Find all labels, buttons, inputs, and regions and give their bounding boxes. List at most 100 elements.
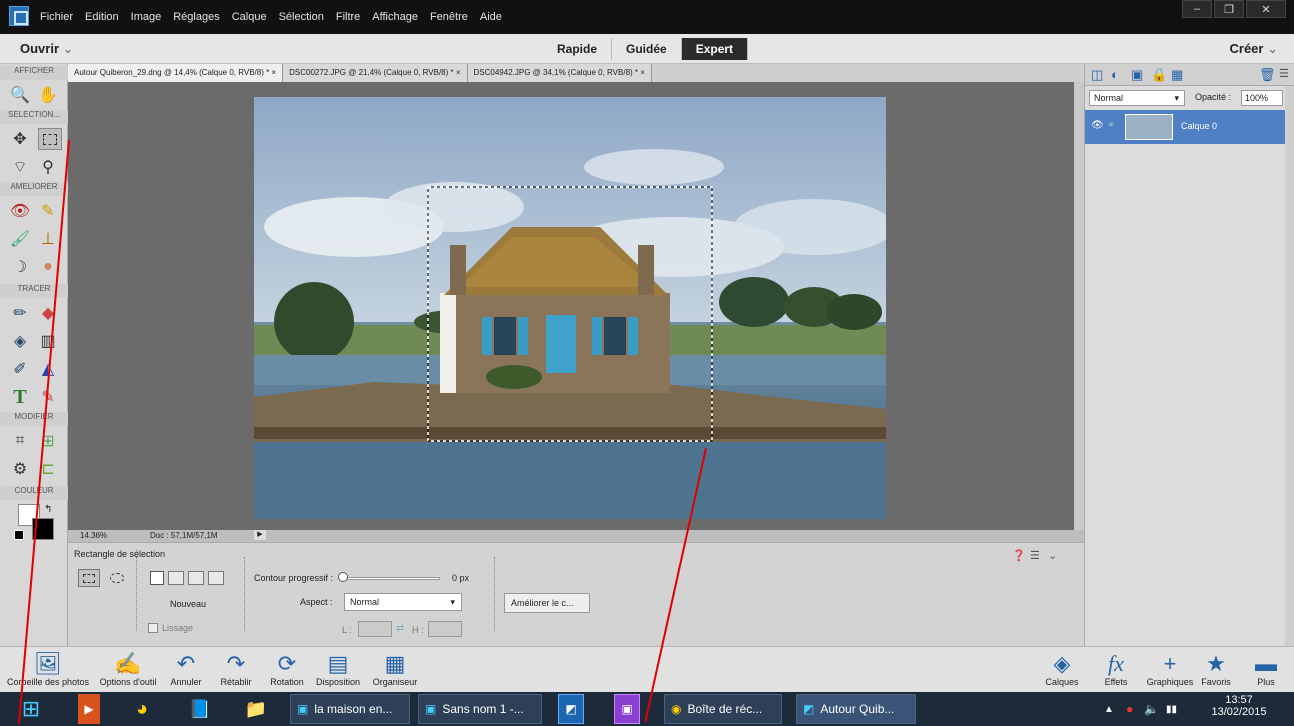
tab-rapide[interactable]: Rapide (543, 38, 613, 60)
menu-edition[interactable]: Edition (85, 11, 119, 23)
crop-tool-icon[interactable]: ⌗ (8, 430, 32, 452)
lasso-tool-icon[interactable]: ⌔ (8, 156, 32, 178)
feather-slider-handle[interactable] (338, 572, 348, 582)
menu-fenetre[interactable]: Fenêtre (430, 11, 468, 23)
tool-options-button[interactable]: ✍ Options d'outil (94, 651, 162, 687)
help-icon[interactable]: ❓ (1012, 549, 1026, 562)
red-eye-tool-icon[interactable]: 👁 (8, 200, 32, 222)
text-tool-icon[interactable]: T (8, 386, 32, 408)
menu-aide[interactable]: Aide (480, 11, 502, 23)
layout-button[interactable]: ▤ Disposition (310, 651, 366, 687)
minimize-button[interactable]: – (1182, 0, 1212, 18)
new-layer-icon[interactable]: ◫ (1091, 67, 1103, 83)
book-app-icon[interactable]: 📘 (186, 694, 214, 724)
smart-brush-tool-icon[interactable]: 🖌 (8, 228, 32, 250)
collapse-chevron-icon[interactable]: ⌄ (1048, 549, 1057, 562)
document-image[interactable] (254, 97, 886, 519)
rectangle-marquee-tool-icon[interactable] (38, 128, 62, 150)
blur-tool-icon[interactable]: ☽ (8, 256, 32, 278)
taskbar-window-chrome[interactable]: ◉ Boîte de réc... (664, 694, 782, 724)
subtract-selection-icon[interactable] (188, 571, 204, 585)
tab-expert[interactable]: Expert (681, 38, 749, 60)
swap-colors-icon[interactable]: ↰ (44, 504, 52, 515)
effects-button[interactable]: fx Effets (1094, 651, 1138, 687)
menu-affichage[interactable]: Affichage (372, 11, 418, 23)
graphics-button[interactable]: + Graphiques (1140, 651, 1200, 687)
menu-reglages[interactable]: Réglages (173, 11, 219, 23)
opacity-field[interactable]: 100% (1241, 90, 1283, 106)
gradient-tool-icon[interactable]: ▥ (36, 330, 60, 352)
vertical-scrollbar[interactable] (1074, 82, 1084, 530)
redo-button[interactable]: ↷ Rétablir (214, 651, 258, 687)
spot-healing-tool-icon[interactable]: ✎ (36, 200, 60, 222)
open-menu-button[interactable]: Ouvrir ⌄ (20, 41, 74, 57)
tab-guidee[interactable]: Guidée (612, 38, 682, 60)
menu-image[interactable]: Image (131, 11, 162, 23)
create-menu-button[interactable]: Créer ⌄ (1230, 41, 1279, 57)
paint-bucket-tool-icon[interactable]: ◈ (8, 330, 32, 352)
photo-bin-button[interactable]: 🖼 Corbeille des photos (6, 651, 90, 687)
quick-selection-tool-icon[interactable]: ⚲ (36, 156, 60, 178)
move-tool-icon[interactable]: ✥ (8, 128, 32, 150)
premiere-elements-icon[interactable]: ▣ (614, 694, 640, 724)
zoom-level[interactable]: 14.36% (80, 531, 107, 540)
menu-filtre[interactable]: Filtre (336, 11, 360, 23)
width-field[interactable] (358, 621, 392, 637)
taskbar-window-autour[interactable]: ◩ Autour Quib... (796, 694, 916, 724)
rectangle-marquee-option[interactable] (78, 569, 100, 587)
more-button[interactable]: ▬ Plus (1244, 651, 1288, 687)
aspect-select[interactable]: Normal ▾ (344, 593, 462, 611)
blend-mode-select[interactable]: Normal ▾ (1089, 90, 1185, 106)
photoshop-elements-icon[interactable]: ◩ (558, 694, 584, 724)
close-button[interactable]: ✕ (1246, 0, 1286, 18)
volume-icon[interactable]: 🔈 (1144, 694, 1159, 724)
adjustment-layer-icon[interactable]: ◐ (1111, 67, 1119, 82)
feather-slider[interactable] (340, 577, 440, 580)
doc-tab-dsc04942[interactable]: DSC04942.JPG @ 34,1% (Calque 0, RVB/8) *… (467, 64, 652, 82)
swap-dimensions-icon[interactable]: ⇄ (396, 623, 404, 634)
height-field[interactable] (428, 621, 462, 637)
layers-button[interactable]: ◈ Calques (1040, 651, 1084, 687)
default-colors-icon[interactable] (14, 530, 24, 540)
undo-button[interactable]: ↶ Annuler (164, 651, 208, 687)
content-aware-move-tool-icon[interactable]: ⚙ (8, 458, 32, 480)
menu-calque[interactable]: Calque (232, 11, 267, 23)
visibility-eye-icon[interactable]: 👁 (1091, 120, 1104, 131)
improve-edge-button[interactable]: Améliorer le c... (504, 593, 590, 613)
eraser-tool-icon[interactable]: ◆ (36, 302, 60, 324)
status-menu-arrow-icon[interactable]: ▶ (254, 530, 266, 540)
eyedropper-tool-icon[interactable]: ✐ (8, 358, 32, 380)
hand-tool-icon[interactable]: ✋ (36, 84, 60, 106)
rotate-button[interactable]: ⟳ Rotation (264, 651, 310, 687)
ellipse-marquee-option[interactable] (106, 569, 128, 587)
organizer-button[interactable]: ▦ Organiseur (366, 651, 424, 687)
lissage-checkbox[interactable] (148, 623, 158, 633)
doc-tab-dsc00272[interactable]: DSC00272.JPG @ 21,4% (Calque 0, RVB/8) *… (283, 64, 468, 82)
clone-stamp-tool-icon[interactable]: ⊥ (36, 228, 60, 250)
link-icon[interactable]: ⚭ (1107, 120, 1115, 131)
taskbar-window-sans-nom[interactable]: ▣ Sans nom 1 -... (418, 694, 542, 724)
taskbar-window-maison[interactable]: ▣ la maison en... (290, 694, 410, 724)
network-icon[interactable]: ▮▮ (1166, 694, 1177, 724)
panel-menu-icon[interactable]: ☰ (1279, 67, 1289, 80)
new-selection-icon[interactable] (150, 571, 164, 585)
lock-transparency-icon[interactable]: ▦ (1171, 67, 1183, 83)
clock[interactable]: 13:57 13/02/2015 (1204, 694, 1274, 718)
media-player-icon[interactable]: ▶ (78, 694, 100, 724)
brush-tool-icon[interactable]: ✏ (8, 302, 32, 324)
picasa-icon[interactable]: ◕ (128, 694, 156, 724)
tray-expand-icon[interactable]: ▲ (1104, 694, 1114, 724)
recompose-tool-icon[interactable]: ⊞ (36, 430, 60, 452)
menu-selection[interactable]: Sélection (279, 11, 324, 23)
favorites-button[interactable]: ★ Favoris (1194, 651, 1238, 687)
trash-icon[interactable]: 🗑 (1259, 67, 1276, 83)
lock-icon[interactable]: 🔒 (1151, 67, 1167, 83)
app-icon[interactable] (9, 6, 29, 26)
maximize-button[interactable]: ❐ (1214, 0, 1244, 18)
antivirus-tray-icon[interactable]: ● (1126, 694, 1133, 724)
intersect-selection-icon[interactable] (208, 571, 224, 585)
mask-icon[interactable]: ▣ (1131, 67, 1143, 83)
panel-scrollbar[interactable] (1285, 86, 1294, 646)
options-menu-icon[interactable]: ☰ (1030, 549, 1040, 562)
explorer-icon[interactable]: 📁 (242, 694, 270, 724)
